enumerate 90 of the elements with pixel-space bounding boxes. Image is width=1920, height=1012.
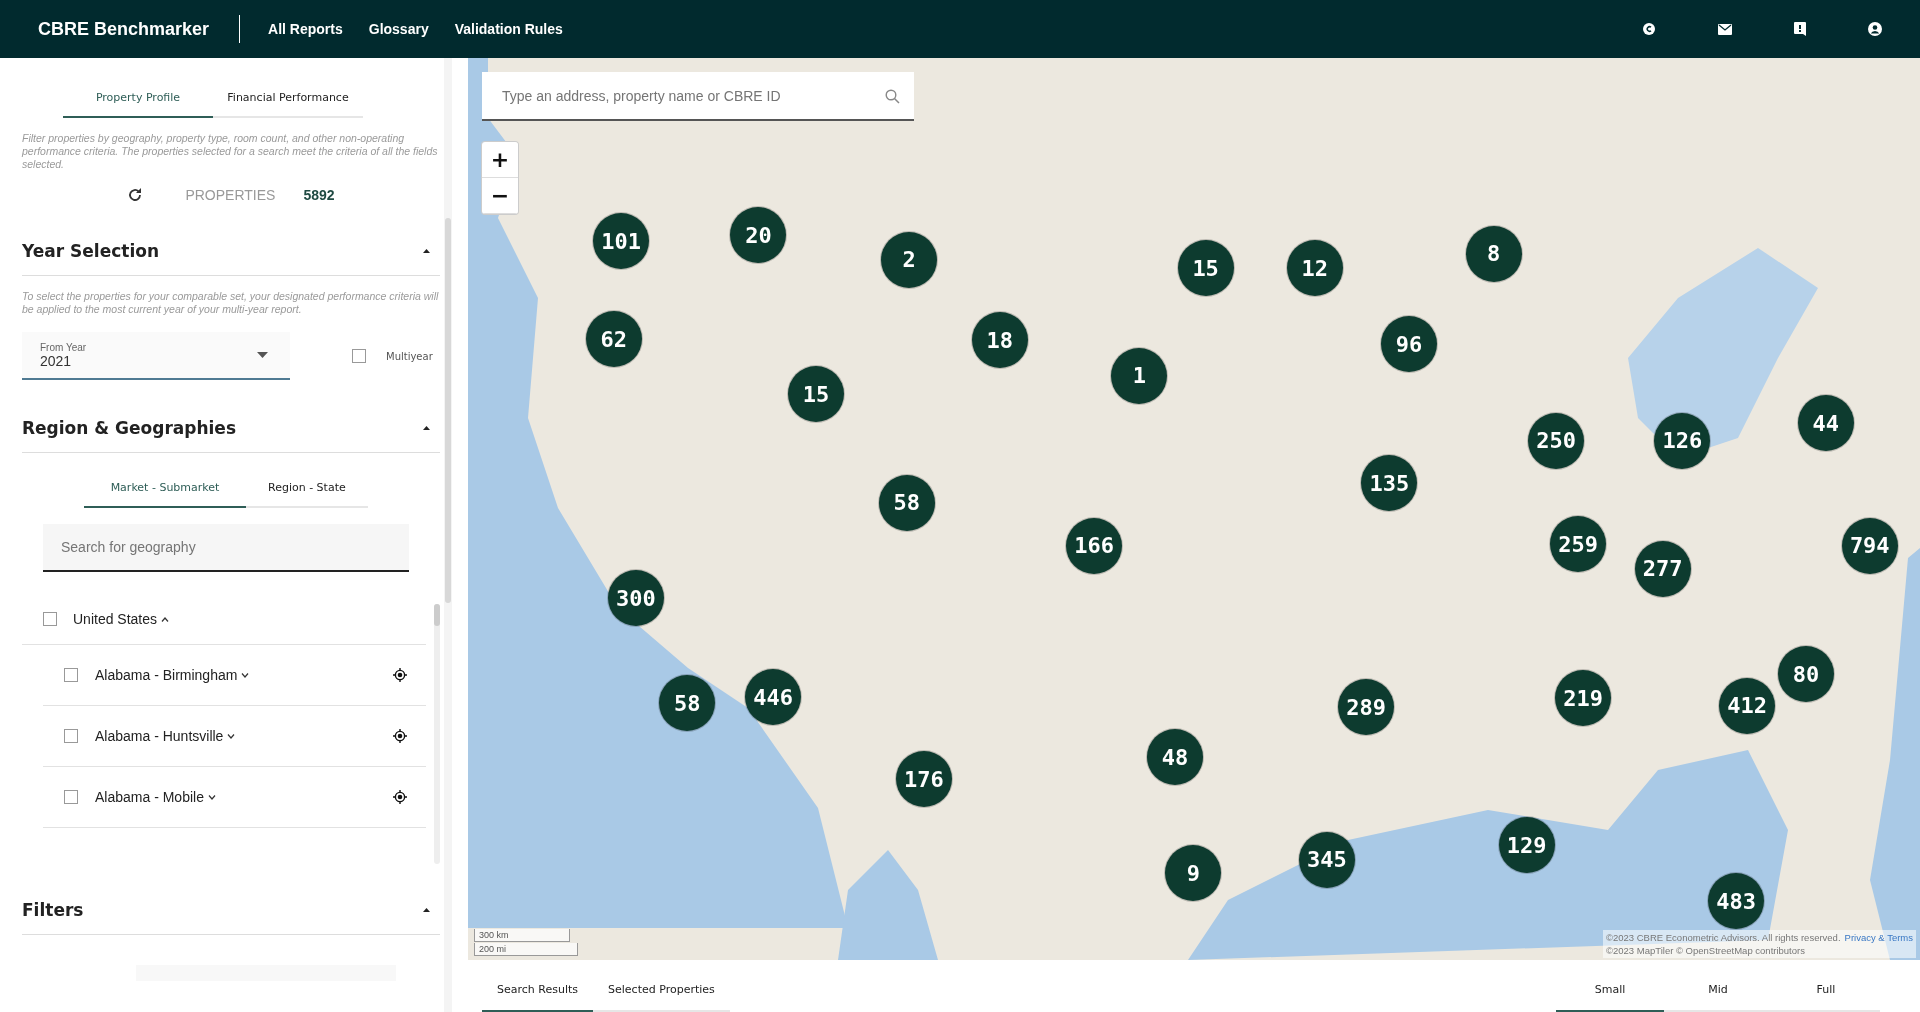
user-icon[interactable] — [1868, 22, 1882, 36]
cluster-marker[interactable]: 166 — [1066, 517, 1123, 574]
tab[interactable]: Small — [1556, 973, 1664, 1012]
cluster-marker[interactable]: 219 — [1555, 670, 1612, 727]
search-field[interactable]: Type an address, property name or CBRE ID — [482, 72, 914, 121]
cluster-marker[interactable]: 135 — [1361, 455, 1418, 512]
tree-item[interactable]: Alabama - Birmingham — [95, 667, 238, 683]
nav-link[interactable]: All Reports — [268, 21, 343, 37]
checkbox[interactable] — [64, 729, 78, 743]
checkbox[interactable] — [64, 790, 78, 804]
field-label: From Year — [40, 341, 87, 353]
tree-item[interactable]: Alabama - Huntsville — [95, 728, 224, 744]
section-title: Region & Geographies — [22, 418, 236, 438]
field-value: 2021 — [40, 352, 73, 369]
tree-item[interactable]: Alabama - Mobile — [95, 789, 204, 805]
attribution-text: ©2023 CBRE Econometric Advisors. All rights reserved. — [1605, 932, 1841, 943]
year-dropdown[interactable]: From Year 2021 — [22, 332, 290, 380]
zoom-out-button[interactable]: − — [482, 178, 518, 214]
scrollbar[interactable] — [444, 58, 452, 1012]
scale-bar: 200 mi — [474, 943, 578, 956]
tab[interactable]: Region - State — [246, 463, 368, 508]
cluster-marker[interactable]: 9 — [1165, 845, 1222, 902]
checkbox[interactable] — [352, 349, 366, 363]
chevron-up-icon[interactable] — [161, 616, 170, 622]
properties-count: 5892 — [303, 187, 335, 203]
chevron-down-icon[interactable] — [241, 672, 250, 678]
chevron-down-icon[interactable] — [227, 733, 236, 739]
locate-icon[interactable] — [393, 790, 407, 804]
checkbox[interactable] — [64, 668, 78, 682]
section-title: Filters — [22, 900, 84, 920]
tab[interactable]: Property Profile — [63, 77, 213, 118]
cluster-marker[interactable]: 446 — [745, 669, 802, 726]
tab[interactable]: Full — [1772, 973, 1880, 1012]
locate-icon[interactable] — [393, 668, 407, 682]
cluster-marker[interactable]: 101 — [593, 213, 650, 270]
description-text: Filter properties by geography, property type, room count, and other non-operating performance criteria. The properties selected for a search meet the criteria of all the fields selected. — [22, 132, 439, 171]
cluster-marker[interactable]: 20 — [730, 207, 787, 264]
cluster-marker[interactable]: 15 — [1177, 240, 1234, 297]
mail-icon[interactable] — [1718, 23, 1732, 35]
cluster-marker[interactable]: 80 — [1778, 646, 1835, 702]
cluster-marker[interactable]: 96 — [1381, 316, 1438, 372]
help-icon[interactable] — [1794, 21, 1806, 37]
tab[interactable]: Financial Performance — [213, 77, 363, 118]
cluster-marker[interactable]: 2 — [881, 231, 938, 288]
tab[interactable]: Market - Submarket — [84, 463, 246, 508]
refresh-icon[interactable] — [127, 187, 144, 203]
cluster-marker[interactable]: 277 — [1634, 540, 1691, 597]
privacy-link[interactable]: Privacy & Terms — [1844, 932, 1913, 943]
collapse-icon[interactable] — [423, 908, 430, 912]
tab[interactable]: Selected Properties — [593, 973, 730, 1012]
cluster-marker[interactable]: 794 — [1841, 517, 1898, 574]
zoom-in-button[interactable]: + — [482, 142, 518, 178]
cluster-marker[interactable]: 15 — [788, 366, 844, 423]
collapse-icon[interactable] — [423, 249, 430, 253]
cluster-marker[interactable]: 412 — [1719, 677, 1776, 734]
dropdown-caret-icon — [257, 352, 268, 358]
chevron-down-icon[interactable] — [207, 794, 216, 800]
tab[interactable]: Mid — [1664, 973, 1772, 1012]
section-title: Year Selection — [22, 241, 159, 261]
cluster-marker[interactable]: 300 — [607, 570, 664, 627]
cluster-marker[interactable]: 12 — [1286, 240, 1343, 297]
checkbox-label: Multiyear — [386, 350, 433, 362]
cluster-marker[interactable]: 1 — [1111, 347, 1168, 404]
cluster-marker[interactable]: 62 — [585, 311, 642, 368]
properties-label: PROPERTIES — [185, 187, 276, 203]
scrollbar[interactable] — [434, 604, 440, 864]
tree-item[interactable]: United States — [73, 611, 158, 627]
search-field[interactable]: Search for geography — [43, 524, 409, 572]
tab[interactable]: Search Results — [482, 973, 593, 1012]
app-title: CBRE Benchmarker — [38, 18, 210, 40]
checkbox[interactable] — [43, 612, 57, 626]
cluster-marker[interactable]: 345 — [1298, 831, 1355, 888]
cluster-marker[interactable]: 259 — [1550, 516, 1607, 573]
cluster-marker[interactable]: 250 — [1528, 412, 1585, 469]
cluster-marker[interactable]: 8 — [1465, 225, 1522, 282]
scale-bar: 300 km — [474, 929, 570, 942]
cluster-marker[interactable]: 48 — [1147, 729, 1203, 786]
cluster-marker[interactable]: 18 — [971, 312, 1028, 369]
locate-icon[interactable] — [393, 729, 407, 743]
cluster-marker[interactable]: 176 — [895, 751, 952, 808]
cluster-marker[interactable]: 289 — [1338, 679, 1395, 735]
cluster-marker[interactable]: 44 — [1797, 395, 1854, 452]
copyright-icon[interactable] — [1642, 22, 1656, 36]
cluster-marker[interactable]: 58 — [878, 474, 935, 531]
attribution-text: ©2023 MapTiler © OpenStreetMap contributors — [1605, 945, 1805, 956]
nav-link[interactable]: Validation Rules — [454, 21, 563, 37]
nav-link[interactable]: Glossary — [368, 21, 429, 37]
description-text: To select the properties for your comparable set, your designated performance criteria will be applied to the most current year of your multi-year report. — [22, 290, 440, 316]
search-icon[interactable] — [885, 89, 900, 104]
collapse-icon[interactable] — [423, 426, 430, 430]
